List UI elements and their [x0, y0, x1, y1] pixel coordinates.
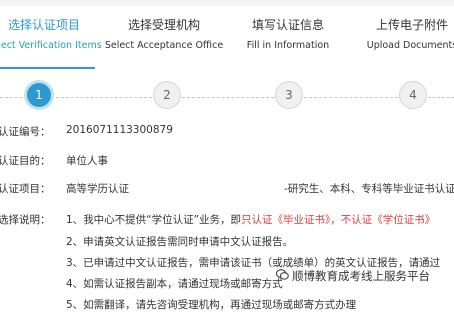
note-4: 4、如需认证报告副本，请通过现场或邮寄方式 — [66, 278, 283, 290]
step-2-subtitle: Select Acceptance Office — [104, 40, 224, 51]
step-4[interactable]: 上传电子附件 Upload Documents — [352, 18, 454, 52]
purpose-value: 单位人事 — [66, 155, 108, 167]
top-strip — [0, 0, 454, 6]
step-3-circle[interactable]: 3 — [275, 81, 303, 109]
step-2-circle[interactable]: 2 — [153, 81, 181, 109]
verification-number-label: 认证编号： — [0, 126, 51, 138]
step-1-circle[interactable]: 1 — [24, 80, 54, 110]
step-connector — [0, 97, 22, 99]
step-4-circle[interactable]: 4 — [399, 81, 427, 109]
step-connector — [304, 97, 398, 99]
note-5: 5、如需翻译，请先咨询受理机构，再通过现场或邮寄方式办理 — [66, 299, 357, 311]
step-1[interactable]: 选择认证项目 Select Verification Items — [0, 18, 104, 52]
note-1-text: 1、我中心不提供“学位认证”业务，即 — [66, 214, 242, 226]
item-note: -研究生、本科、专科等毕业证书认证 — [284, 183, 454, 195]
step-3-title: 填写认证信息 — [251, 18, 324, 32]
step-1-title: 选择认证项目 — [7, 18, 80, 32]
item-value: 高等学历认证 — [66, 183, 129, 195]
purpose-label: 认证目的： — [0, 155, 51, 167]
active-step-underline — [0, 67, 95, 69]
step-connector — [56, 97, 152, 99]
wechat-icon — [276, 269, 289, 280]
verification-number-value: 2016071113300879 — [66, 124, 173, 136]
description-label: 选择说明： — [0, 214, 51, 226]
note-1-highlight: 只认证《毕业证书》，不认证《学位证书》 — [241, 214, 436, 226]
step-4-title: 上传电子附件 — [375, 18, 448, 32]
step-3[interactable]: 填写认证信息 Fill in Information — [228, 18, 348, 52]
watermark: 顺博教育成考线上服务平台 — [276, 268, 430, 284]
step-4-subtitle: Upload Documents — [366, 40, 454, 51]
step-1-subtitle: Select Verification Items — [0, 40, 102, 51]
step-progress: 选择认证项目 Select Verification Items 选择受理机构 … — [0, 18, 454, 110]
item-label: 认证项目： — [0, 183, 51, 195]
step-connector — [428, 97, 454, 99]
step-2-title: 选择受理机构 — [127, 18, 200, 32]
watermark-text: 顺博教育成考线上服务平台 — [292, 269, 430, 283]
step-connector — [182, 97, 274, 99]
step-3-subtitle: Fill in Information — [246, 40, 330, 51]
note-2: 2、申请英文认证报告需同时申请中文认证报告。 — [66, 236, 294, 248]
step-2[interactable]: 选择受理机构 Select Acceptance Office — [104, 18, 224, 52]
note-1: 1、我中心不提供“学位认证”业务，即只认证《毕业证书》，不认证《学位证书》 — [66, 212, 435, 227]
